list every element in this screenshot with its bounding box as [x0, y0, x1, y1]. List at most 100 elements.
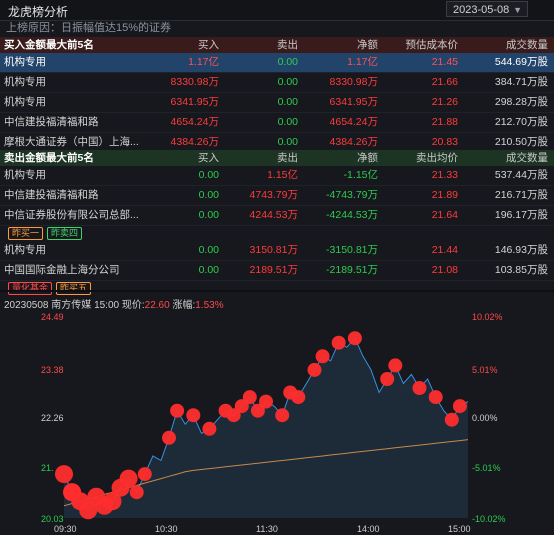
y-right-tick: 0.00%: [472, 413, 498, 423]
listing-reason: 上榜原因：日振幅值达15%的证券: [6, 22, 172, 34]
sell-amount: 1.15亿: [267, 169, 298, 181]
trade-marker: [55, 465, 73, 484]
price: 21.08: [431, 264, 458, 276]
seat-name: 中信证券股份有限公司总部...: [4, 209, 139, 221]
seat-tag: 昨卖四: [47, 227, 83, 240]
trade-marker: [412, 381, 427, 395]
y-left-tick: 24.49: [41, 312, 64, 322]
volume: 544.69万股: [494, 56, 548, 68]
header-qty[interactable]: 成交数量: [464, 150, 554, 166]
price: 21.44: [431, 244, 458, 256]
trade-marker: [129, 485, 144, 500]
header-title: 买入金额最大前5名: [4, 39, 94, 51]
x-tick: 10:30: [155, 524, 178, 534]
buy-amount: 8330.98万: [170, 76, 219, 88]
table-row[interactable]: 中信建投福清福和路 0.00 4743.79万 -4743.79万 21.89 216.7…: [0, 186, 554, 206]
x-tick: 11:30: [256, 524, 278, 534]
seat-name: 机构专用: [4, 76, 46, 88]
buy-header: 买入金额最大前5名 买入 卖出 净额 预估成本价 成交数量: [0, 37, 554, 53]
seat-name: 机构专用: [4, 96, 46, 108]
table-row[interactable]: 机构专用 1.17亿 0.00 1.17亿 21.45 544.69万股: [0, 53, 554, 73]
x-tick: 09:30: [54, 524, 77, 534]
intraday-chart[interactable]: 24.49 23.38 22.26 21. 20.03 10.02% 5.01% 0.00% -…: [0, 306, 554, 535]
seat-tag: 昨买五: [56, 282, 92, 295]
price: 21.66: [431, 76, 458, 88]
price: 21.89: [431, 189, 458, 201]
buy-amount: 0.00: [198, 209, 219, 221]
net-amount: -3150.81万: [326, 244, 378, 256]
seat-name: 中国国际金融上海分公司: [4, 264, 120, 276]
y-left-tick: 22.26: [41, 413, 64, 423]
net-amount: -2189.51万: [326, 264, 378, 276]
buy-amount: 6341.95万: [170, 96, 219, 108]
x-tick: 15:00: [448, 524, 471, 534]
sell-amount: 0.00: [277, 96, 298, 108]
sell-header: 卖出金额最大前5名 买入 卖出 净额 卖出均价 成交数量: [0, 150, 554, 166]
sell-amount: 2189.51万: [249, 264, 298, 276]
trade-marker: [331, 335, 346, 350]
table-row[interactable]: 中国国际金融上海分公司 0.00 2189.51万 -2189.51万 21.08 103…: [0, 261, 554, 281]
header-buy[interactable]: 买入: [146, 150, 225, 166]
net-amount: -4743.79万: [326, 189, 378, 201]
seat-name: 机构专用: [4, 169, 46, 181]
volume: 298.28万股: [494, 96, 548, 108]
sell-amount: 0.00: [277, 116, 298, 128]
volume: 537.44万股: [494, 169, 548, 181]
header-price[interactable]: 预估成本价: [384, 37, 464, 53]
date-select[interactable]: 2023-05-08 ▼: [446, 1, 528, 17]
header-buy[interactable]: 买入: [146, 37, 225, 53]
seat-tag: 量化基金: [8, 282, 53, 295]
table-row[interactable]: 机构专用 8330.98万 0.00 8330.98万 21.66 384.71万股: [0, 73, 554, 93]
trade-marker: [137, 467, 152, 482]
y-right-tick: 5.01%: [472, 365, 498, 375]
table-row[interactable]: 中信证券股份有限公司总部... 0.00 4244.53万 -4244.53万 21.6…: [0, 206, 554, 226]
header-price[interactable]: 卖出均价: [384, 150, 464, 166]
sell-section: 卖出金额最大前5名 买入 卖出 净额 卖出均价 成交数量 机构专用 0.00 1.1…: [0, 150, 554, 296]
net-amount: 4654.24万: [329, 116, 378, 128]
divider: [0, 290, 554, 292]
seat-name: 中信建投福清福和路: [4, 116, 99, 128]
table-row[interactable]: 中信建投福清福和路 4654.24万 0.00 4654.24万 21.88 212.70…: [0, 113, 554, 133]
volume: 146.93万股: [494, 244, 548, 256]
trade-marker: [428, 390, 443, 405]
header-qty[interactable]: 成交数量: [464, 37, 554, 53]
net-amount: 1.17亿: [347, 56, 378, 68]
trade-marker: [347, 331, 362, 346]
header-sell[interactable]: 卖出: [225, 150, 304, 166]
date-value: 2023-05-08: [453, 4, 510, 16]
seat-tag: 昨买一: [8, 227, 44, 240]
y-left-tick: 20.03: [41, 514, 64, 524]
y-right-tick: -10.02%: [472, 514, 506, 524]
y-left-tick: 21.: [41, 463, 54, 473]
volume: 212.70万股: [494, 116, 548, 128]
net-amount: -1.15亿: [343, 169, 378, 181]
chevron-down-icon: ▼: [513, 5, 522, 15]
table-row[interactable]: 机构专用 0.00 3150.81万 -3150.81万 21.44 146.93万股: [0, 241, 554, 261]
title-bar: 龙虎榜分析 2023-05-08 ▼: [0, 0, 554, 21]
header-sell[interactable]: 卖出: [225, 37, 304, 53]
trade-marker: [315, 349, 330, 364]
trade-marker: [444, 412, 459, 427]
trade-marker: [259, 394, 273, 409]
buy-amount: 4654.24万: [170, 116, 219, 128]
trade-marker: [388, 358, 403, 373]
volume: 384.71万股: [494, 76, 548, 88]
y-right-tick: 10.02%: [472, 312, 503, 322]
y-right-tick: -5.01%: [472, 463, 501, 473]
table-row[interactable]: 机构专用 6341.95万 0.00 6341.95万 21.26 298.28万股: [0, 93, 554, 113]
trade-marker: [119, 469, 138, 488]
table-row[interactable]: 机构专用 0.00 1.15亿 -1.15亿 21.33 537.44万股: [0, 166, 554, 186]
trade-marker: [242, 390, 257, 405]
x-tick: 14:00: [357, 524, 380, 534]
sell-amount: 4743.79万: [249, 189, 298, 201]
trade-marker: [202, 421, 217, 436]
net-amount: 6341.95万: [329, 96, 378, 108]
trade-marker: [380, 372, 395, 386]
seat-tags: 量化基金 昨买五: [0, 281, 554, 296]
header-net[interactable]: 净额: [304, 150, 384, 166]
price: 21.26: [431, 96, 458, 108]
buy-amount: 0.00: [198, 264, 219, 276]
sell-amount: 4244.53万: [249, 209, 298, 221]
price: 21.33: [431, 169, 458, 181]
header-net[interactable]: 净额: [304, 37, 384, 53]
